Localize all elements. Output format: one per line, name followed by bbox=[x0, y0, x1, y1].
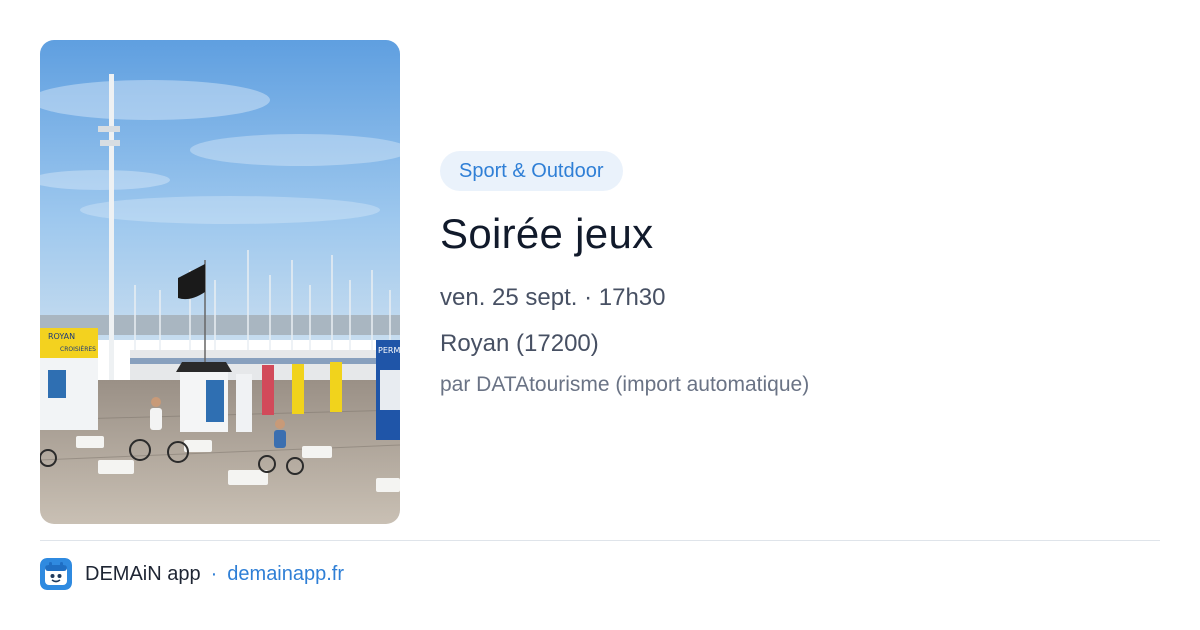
event-source: par DATAtourisme (import automatique) bbox=[440, 373, 810, 397]
app-domain-link[interactable]: demainapp.fr bbox=[227, 563, 344, 586]
event-info: Sport & Outdoor Soirée jeux ven. 25 sept… bbox=[440, 151, 1160, 399]
event-card[interactable]: ROYAN CROISIÈRES PERM Sport & Outdoor So… bbox=[0, 0, 1200, 630]
photo-kiosk-sign: PERM bbox=[378, 346, 400, 355]
event-location: Royan (17200) bbox=[440, 330, 599, 358]
event-datetime: ven. 25 sept. · 17h30 bbox=[440, 284, 666, 312]
photo-banner-text-1: ROYAN bbox=[48, 332, 75, 341]
photo-banner-text-2: CROISIÈRES bbox=[60, 345, 96, 353]
app-name: DEMAiN app bbox=[85, 562, 201, 585]
category-badge[interactable]: Sport & Outdoor bbox=[440, 151, 623, 191]
event-photo: ROYAN CROISIÈRES PERM bbox=[40, 40, 400, 524]
footer-separator: · bbox=[210, 562, 218, 585]
app-logo-icon[interactable] bbox=[40, 558, 72, 590]
footer-divider bbox=[40, 540, 1160, 541]
event-title: Soirée jeux bbox=[440, 210, 654, 257]
footer: DEMAiN app · demainapp.fr bbox=[40, 558, 344, 590]
